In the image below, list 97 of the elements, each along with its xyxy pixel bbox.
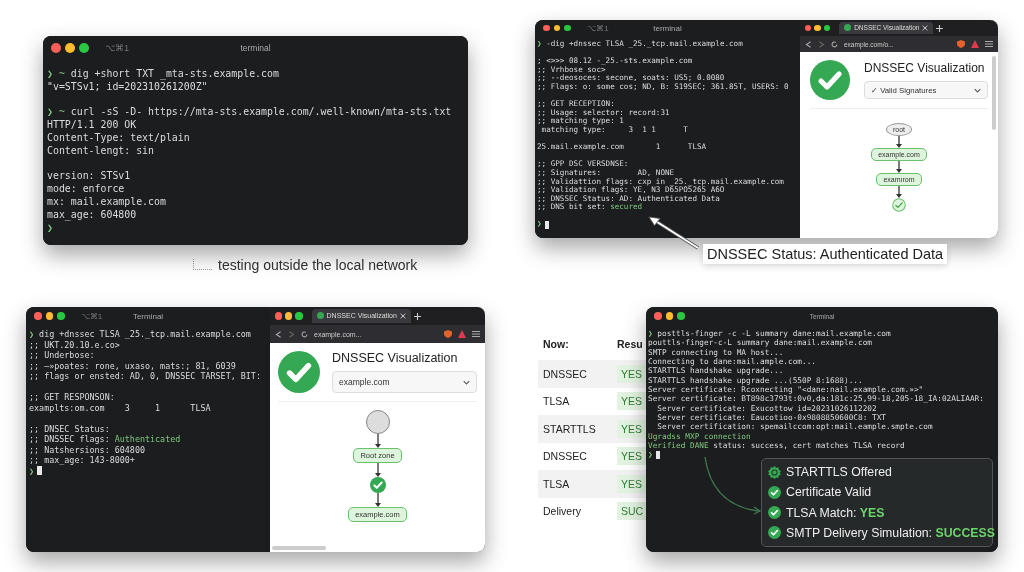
close-button[interactable]	[275, 312, 283, 320]
result-tag: SUC	[617, 502, 648, 521]
close-button[interactable]	[543, 24, 550, 32]
terminal-line: HTTP/1.1 200 OK	[47, 119, 137, 132]
terminal-line: ❯ ~ dig +short TXT _mta-sts.example.com	[47, 68, 279, 81]
close-button[interactable]	[805, 24, 812, 32]
table-cell: TLSA	[538, 470, 612, 498]
plus-icon[interactable]	[936, 24, 944, 32]
minimize-button[interactable]	[65, 42, 76, 54]
terminal-line: ❯	[29, 465, 35, 476]
plus-icon[interactable]	[413, 312, 421, 320]
terminal-line: version: STSv1	[47, 170, 131, 184]
back-icon[interactable]	[805, 40, 812, 48]
terminal-line: ❯	[47, 221, 53, 235]
check-item: STARTTLS Offered	[786, 465, 892, 480]
pointer-arrow	[648, 216, 700, 250]
check-item: SMTP Delivery Simulation: SUCCESS	[786, 525, 995, 540]
terminal-line: max_age: 604800	[47, 208, 137, 222]
minimize-button[interactable]	[814, 24, 821, 32]
status-icon	[810, 60, 850, 100]
table-cell: STARTTLS	[538, 415, 612, 443]
shield-icon[interactable]	[444, 330, 452, 338]
caret-icon	[974, 87, 981, 93]
menu-icon[interactable]	[472, 330, 480, 338]
zoom-button[interactable]	[79, 42, 90, 54]
connector-arrow	[895, 136, 903, 148]
result-tag: YES	[617, 474, 646, 493]
scrollbar[interactable]	[272, 546, 326, 550]
connector-arrow	[373, 463, 382, 477]
terminal-line: Content-lengt: sin	[47, 144, 154, 158]
terminal-line: ;; Underbose:	[29, 350, 95, 361]
badge-icon	[768, 465, 781, 479]
scrollbar[interactable]	[992, 56, 996, 131]
terminal-line: Content-Type: text/plain	[47, 132, 190, 145]
terminal-line: ;; UKT.20.10.e.co>	[29, 339, 120, 350]
back-icon[interactable]	[275, 330, 282, 338]
close-button[interactable]	[51, 42, 62, 54]
terminal-line: ;; DNSEC Status:	[29, 423, 110, 434]
window-title: terminal	[240, 43, 271, 53]
terminal-line: ;; Natshersions: 604800	[29, 444, 145, 455]
terminal-line: "v=STSv1; id=202310261200Z"	[47, 80, 208, 94]
close-icon[interactable]	[922, 25, 929, 31]
connector-arrow	[895, 186, 903, 198]
shortcut-label: ⌥⌘1	[80, 311, 103, 321]
terminal-line: ;; max_age: 143-8000+	[29, 455, 135, 466]
window-title: Terminal	[132, 311, 164, 321]
minimize-button[interactable]	[285, 312, 293, 320]
zoom-button[interactable]	[57, 312, 65, 320]
close-button[interactable]	[34, 312, 42, 320]
connector-arrow	[895, 161, 903, 173]
minimize-button[interactable]	[665, 312, 674, 320]
reload-icon[interactable]	[301, 330, 308, 338]
terminal-line: ;; DNSSEC flags: Authenticated	[29, 434, 181, 445]
shortcut-label: ⌥⌘1	[105, 43, 129, 53]
shortcut-label: ⌥⌘1	[587, 23, 609, 33]
terminal-line: ;; flags or ensted: AD, 0, DNSSEC TARSET, BIT:	[29, 371, 261, 382]
callout-label: DNSSEC Status: Authenticated Data	[703, 244, 948, 264]
status-icon	[278, 351, 320, 393]
terminal-line: ;; —»poates: rone, uxaso, mats:; 81, 6039	[29, 360, 236, 371]
reload-icon[interactable]	[831, 40, 838, 48]
minimize-button[interactable]	[553, 24, 561, 32]
terminal-line: mx: mail.example.com	[47, 195, 166, 209]
warning-icon[interactable]	[458, 330, 466, 338]
page-heading: DNSSEC Visualization	[864, 61, 986, 75]
zoom-button[interactable]	[677, 312, 685, 320]
terminal-line: ❯ dig +dnssec TLSA _25._tcp.mail.example.com	[29, 329, 251, 340]
shield-icon[interactable]	[957, 40, 965, 48]
connector-arrow	[373, 434, 382, 448]
leader-line	[193, 259, 212, 270]
terminal-line: mode: enforce	[47, 183, 125, 196]
connector-arrow	[373, 493, 382, 507]
select-field[interactable]: example.com	[332, 371, 477, 393]
window-title: terminal	[653, 23, 682, 33]
minimize-button[interactable]	[45, 312, 54, 320]
caption: testing outside the local network	[218, 257, 418, 273]
close-button[interactable]	[654, 312, 662, 320]
check-item: Certificate Valid	[786, 485, 872, 500]
zoom-button[interactable]	[823, 24, 831, 32]
curved-arrow	[702, 455, 762, 515]
terminal-line: examplts:om.com 3 1 TLSA	[29, 402, 211, 413]
result-tag: YES	[617, 364, 646, 383]
zoom-button[interactable]	[295, 312, 303, 320]
result-tag: YES	[617, 392, 646, 411]
caret-icon	[463, 379, 470, 385]
column-header: Resu	[616, 337, 644, 352]
warning-icon[interactable]	[971, 40, 979, 48]
table-cell: DNSSEC	[538, 360, 612, 388]
result-tag: YES	[617, 447, 646, 466]
terminal-line: ;; GET RESPONSON:	[29, 392, 115, 403]
page-heading: DNSSEC Visualization	[332, 351, 459, 365]
menu-icon[interactable]	[985, 40, 993, 48]
check-item: TLSA Match: YES	[786, 505, 885, 520]
terminal-line: ❯ ~ curl -sS -D- https://mta-sts.example.com/.well-known/mta-sts.txt	[47, 106, 452, 120]
column-header: Now:	[542, 337, 570, 352]
zoom-button[interactable]	[564, 24, 572, 32]
close-icon[interactable]	[399, 313, 406, 319]
result-tag: YES	[617, 419, 646, 438]
